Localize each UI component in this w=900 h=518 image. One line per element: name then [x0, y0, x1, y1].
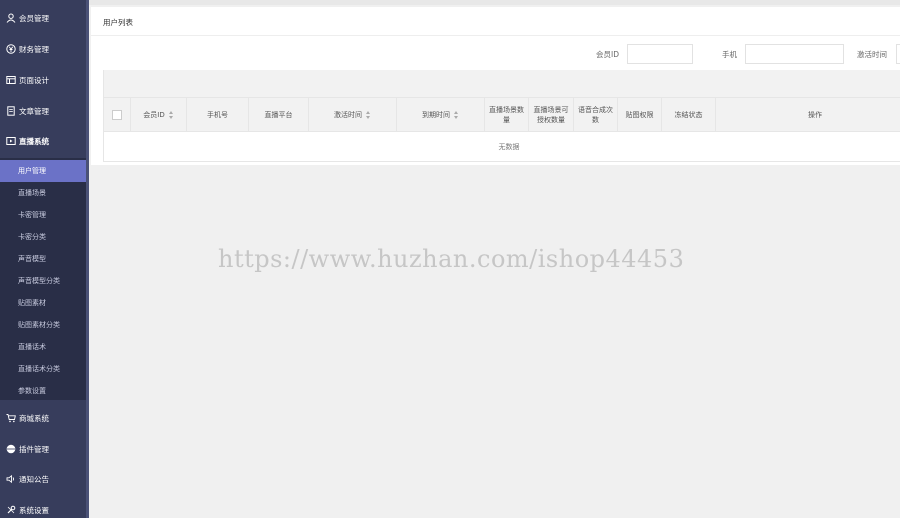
select-all-cell	[104, 98, 131, 132]
col-phone: 手机号	[187, 98, 249, 132]
sidebar-item-plugins[interactable]: 插件管理	[0, 434, 86, 464]
sidebar-item-page-design[interactable]: 页面设计	[0, 65, 86, 95]
col-expire-time[interactable]: 到期时间	[397, 98, 485, 132]
sort-icon[interactable]	[454, 111, 459, 119]
user-table: 会员ID 手机号 直播平台 激活时间 到期时间 直播场景数量 直播场景可授权数量…	[103, 70, 900, 162]
submenu-item-sticker-material[interactable]: 贴图素材	[0, 292, 86, 314]
settings-icon	[5, 504, 17, 516]
live-system-submenu: 用户管理 直播场景 卡密管理 卡密分类 声音模型 声音模型分类 贴图素材 贴图素…	[0, 158, 86, 400]
sidebar-item-label: 商城系统	[19, 413, 49, 423]
sidebar-item-mall[interactable]: 商城系统	[0, 403, 86, 433]
speaker-icon	[5, 473, 17, 485]
sidebar-item-finance[interactable]: 财务管理	[0, 34, 86, 64]
col-member-id[interactable]: 会员ID	[131, 98, 187, 132]
member-id-label: 会员ID	[596, 50, 619, 59]
col-label: 会员ID	[143, 111, 165, 119]
col-label: 语音合成次数	[578, 106, 613, 124]
sidebar-item-label: 插件管理	[19, 444, 49, 454]
sidebar-item-label: 通知公告	[19, 474, 49, 484]
col-freeze-status: 冻结状态	[662, 98, 716, 132]
sidebar-item-members[interactable]: 会员管理	[0, 3, 86, 33]
table-header: 会员ID 手机号 直播平台 激活时间 到期时间 直播场景数量 直播场景可授权数量…	[104, 97, 900, 132]
top-bar	[89, 0, 900, 5]
col-label: 直播平台	[264, 111, 293, 119]
submenu-item-voice-model[interactable]: 声音模型	[0, 248, 86, 270]
sidebar-item-label: 会员管理	[19, 13, 49, 23]
col-label: 手机号	[207, 111, 228, 119]
cart-icon	[5, 412, 17, 424]
phone-input[interactable]	[745, 44, 844, 64]
col-sticker-permission: 贴图权限	[618, 98, 662, 132]
phone-label: 手机	[722, 50, 737, 59]
sort-icon[interactable]	[366, 111, 371, 119]
panel-divider	[91, 35, 900, 36]
panel-title: 用户列表	[103, 18, 133, 27]
table-toolbar	[104, 70, 900, 97]
activate-time-label: 激活时间	[857, 50, 887, 59]
member-id-input[interactable]	[627, 44, 693, 64]
submenu-item-live-script-category[interactable]: 直播话术分类	[0, 358, 86, 380]
sidebar-item-label: 财务管理	[19, 44, 49, 54]
submenu-item-voice-model-category[interactable]: 声音模型分类	[0, 270, 86, 292]
col-label: 直播场景可授权数量	[533, 106, 569, 124]
layout-icon	[5, 74, 17, 86]
play-icon	[5, 135, 17, 147]
sidebar-item-label: 直播系统	[19, 136, 49, 146]
col-label: 到期时间	[422, 111, 450, 119]
sidebar-item-label: 系统设置	[19, 505, 49, 515]
sidebar-item-notices[interactable]: 通知公告	[0, 464, 86, 494]
col-label: 激活时间	[334, 111, 362, 119]
col-platform: 直播平台	[249, 98, 309, 132]
col-label: 贴图权限	[625, 111, 654, 119]
watermark-text: https://www.huzhan.com/ishop44453	[218, 245, 685, 273]
submenu-item-parameter-settings[interactable]: 参数设置	[0, 380, 86, 402]
col-label: 操作	[808, 111, 822, 119]
select-all-checkbox[interactable]	[112, 110, 122, 120]
sidebar-item-label: 页面设计	[19, 75, 49, 85]
submenu-item-card-management[interactable]: 卡密管理	[0, 204, 86, 226]
col-scene-auth-count: 直播场景可授权数量	[529, 98, 574, 132]
col-label: 冻结状态	[674, 111, 703, 119]
submenu-item-user-management[interactable]: 用户管理	[0, 160, 86, 182]
sidebar-item-articles[interactable]: 文章管理	[0, 96, 86, 126]
user-list-panel: 用户列表 会员ID 手机 激活时间 会员ID 手机号 直播平台 激活时间 到期时…	[91, 7, 900, 165]
plugin-icon	[5, 443, 17, 455]
col-label: 直播场景数量	[489, 106, 524, 124]
submenu-item-card-category[interactable]: 卡密分类	[0, 226, 86, 248]
col-actions: 操作	[716, 98, 900, 132]
sidebar: 会员管理 财务管理 页面设计 文章管理 直播系统 用户管理 直播场景 卡密管理 …	[0, 0, 86, 518]
col-scene-count: 直播场景数量	[485, 98, 529, 132]
user-icon	[5, 12, 17, 24]
money-icon	[5, 43, 17, 55]
sidebar-item-settings[interactable]: 系统设置	[0, 495, 86, 518]
sort-icon[interactable]	[168, 111, 174, 119]
col-activate-time[interactable]: 激活时间	[309, 98, 397, 132]
col-voice-synthesis-count: 语音合成次数	[574, 98, 618, 132]
submenu-item-live-scenes[interactable]: 直播场景	[0, 182, 86, 204]
submenu-item-live-scripts[interactable]: 直播话术	[0, 336, 86, 358]
empty-state: 无数据	[104, 131, 900, 161]
sidebar-item-label: 文章管理	[19, 106, 49, 116]
activate-time-input[interactable]	[896, 44, 900, 64]
sidebar-item-live-system[interactable]: 直播系统	[0, 126, 86, 156]
submenu-item-sticker-category[interactable]: 贴图素材分类	[0, 314, 86, 336]
document-icon	[5, 105, 17, 117]
